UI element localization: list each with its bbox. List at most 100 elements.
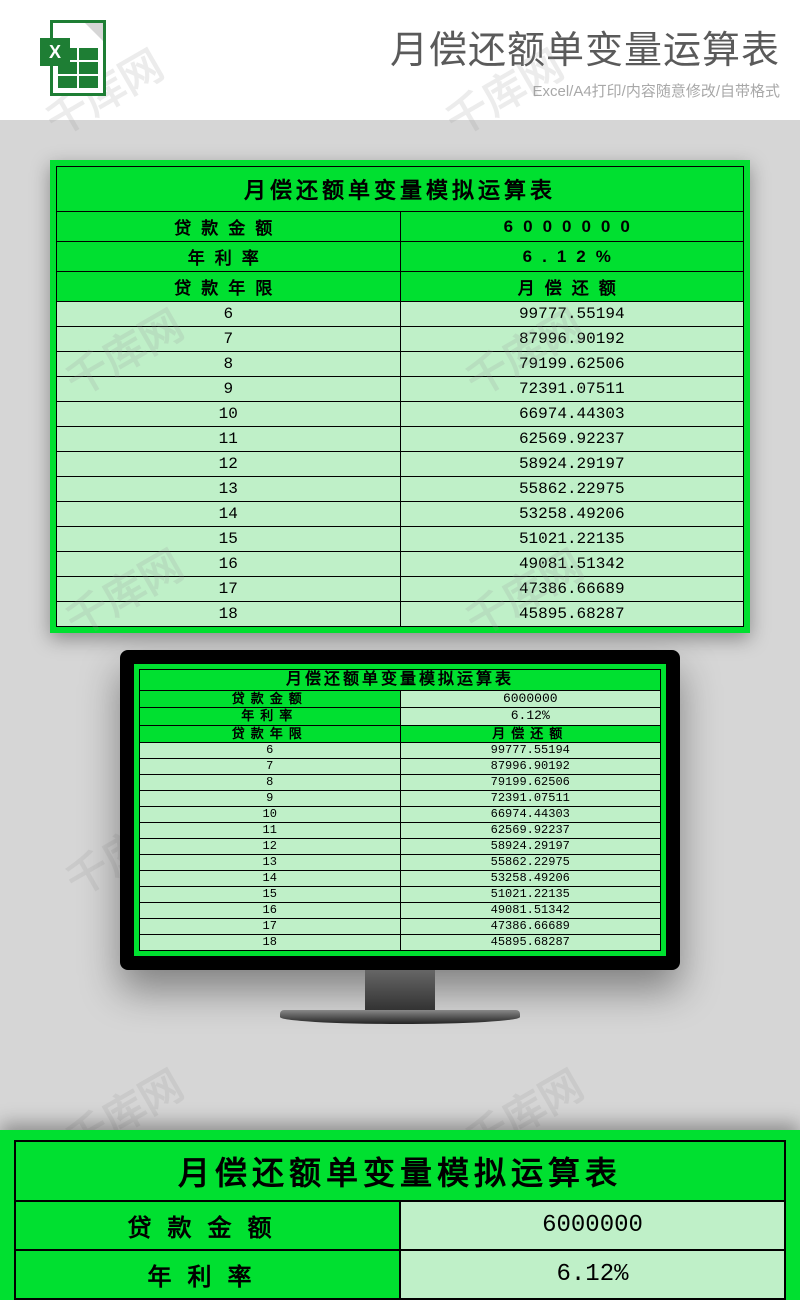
col-header-monthly: 月偿还额 <box>400 272 744 302</box>
value-rate: 6.12% <box>400 708 661 725</box>
table-row: 1845895.68287 <box>57 602 744 627</box>
cell-monthly: 72391.07511 <box>400 790 661 806</box>
table-row: 787996.90192 <box>140 758 661 774</box>
table-row: 1747386.66689 <box>57 577 744 602</box>
cell-monthly: 55862.22975 <box>400 477 744 502</box>
table-row: 1162569.92237 <box>140 822 661 838</box>
cell-monthly: 79199.62506 <box>400 352 744 377</box>
cell-monthly: 62569.92237 <box>400 427 744 452</box>
table-row: 699777.55194 <box>140 742 661 758</box>
cell-monthly: 58924.29197 <box>400 838 661 854</box>
table-row: 1453258.49206 <box>57 502 744 527</box>
table-title: 月偿还额单变量模拟运算表 <box>57 167 744 212</box>
cell-years: 8 <box>57 352 401 377</box>
table-row: 1649081.51342 <box>57 552 744 577</box>
cell-monthly: 55862.22975 <box>400 854 661 870</box>
cell-monthly: 87996.90192 <box>400 758 661 774</box>
cell-monthly: 99777.55194 <box>400 302 744 327</box>
table-row: 1258924.29197 <box>140 838 661 854</box>
cell-years: 6 <box>140 742 401 758</box>
cell-monthly: 49081.51342 <box>400 902 661 918</box>
cell-monthly: 66974.44303 <box>400 806 661 822</box>
cell-monthly: 72391.07511 <box>400 377 744 402</box>
table-row: 879199.62506 <box>57 352 744 377</box>
cell-monthly: 53258.49206 <box>400 870 661 886</box>
table-row: 1258924.29197 <box>57 452 744 477</box>
label-loan-amount: 贷款金额 <box>57 212 401 242</box>
cell-years: 15 <box>140 886 401 902</box>
cell-years: 10 <box>57 402 401 427</box>
label-loan-amount: 贷款金额 <box>15 1201 400 1250</box>
cell-monthly: 58924.29197 <box>400 452 744 477</box>
cell-years: 16 <box>140 902 401 918</box>
value-loan-amount: 6000000 <box>400 1201 785 1250</box>
table-row: 879199.62506 <box>140 774 661 790</box>
cell-years: 9 <box>140 790 401 806</box>
cell-monthly: 51021.22135 <box>400 886 661 902</box>
monitor-mockup: 月偿还额单变量模拟运算表 贷款金额 6000000 年利率 6.12% 贷款年限… <box>120 650 680 1024</box>
cell-monthly: 47386.66689 <box>400 918 661 934</box>
page-title: 月偿还额单变量运算表 <box>130 19 780 74</box>
table-row: 972391.07511 <box>57 377 744 402</box>
table-row: 1747386.66689 <box>140 918 661 934</box>
label-loan-amount: 贷款金额 <box>140 691 401 708</box>
cell-monthly: 47386.66689 <box>400 577 744 602</box>
loan-table-monitor: 月偿还额单变量模拟运算表 贷款金额 6000000 年利率 6.12% 贷款年限… <box>139 669 661 951</box>
cell-monthly: 66974.44303 <box>400 402 744 427</box>
cell-monthly: 99777.55194 <box>400 742 661 758</box>
col-header-years: 贷款年限 <box>140 725 401 742</box>
table-row: 1355862.22975 <box>57 477 744 502</box>
col-header-years: 贷款年限 <box>57 272 401 302</box>
cell-years: 9 <box>57 377 401 402</box>
table-row: 787996.90192 <box>57 327 744 352</box>
page-header: X 月偿还额单变量运算表 Excel/A4打印/内容随意修改/自带格式 <box>0 0 800 120</box>
cell-years: 7 <box>57 327 401 352</box>
table-row: 1551021.22135 <box>140 886 661 902</box>
table-row: 1162569.92237 <box>57 427 744 452</box>
label-rate: 年利率 <box>15 1250 400 1299</box>
cell-years: 17 <box>57 577 401 602</box>
page-subtitle: Excel/A4打印/内容随意修改/自带格式 <box>130 80 780 101</box>
table-title: 月偿还额单变量模拟运算表 <box>15 1141 785 1201</box>
value-rate: 6.12% <box>400 242 744 272</box>
cell-years: 8 <box>140 774 401 790</box>
cell-monthly: 51021.22135 <box>400 527 744 552</box>
cell-monthly: 49081.51342 <box>400 552 744 577</box>
cell-years: 18 <box>140 934 401 950</box>
table-row: 1551021.22135 <box>57 527 744 552</box>
cell-monthly: 53258.49206 <box>400 502 744 527</box>
cell-years: 13 <box>57 477 401 502</box>
cell-years: 14 <box>57 502 401 527</box>
cell-monthly: 62569.92237 <box>400 822 661 838</box>
table-title: 月偿还额单变量模拟运算表 <box>140 670 661 691</box>
table-row: 699777.55194 <box>57 302 744 327</box>
cell-years: 12 <box>140 838 401 854</box>
label-rate: 年利率 <box>57 242 401 272</box>
cell-years: 16 <box>57 552 401 577</box>
table-row: 972391.07511 <box>140 790 661 806</box>
cell-years: 11 <box>57 427 401 452</box>
cell-monthly: 87996.90192 <box>400 327 744 352</box>
table-row: 1066974.44303 <box>140 806 661 822</box>
cell-years: 17 <box>140 918 401 934</box>
cell-years: 18 <box>57 602 401 627</box>
cell-monthly: 79199.62506 <box>400 774 661 790</box>
table-row: 1066974.44303 <box>57 402 744 427</box>
loan-table: 月偿还额单变量模拟运算表 贷款金额 6000000 年利率 6.12% 贷款年限… <box>56 166 744 627</box>
value-loan-amount: 6000000 <box>400 691 661 708</box>
cell-years: 13 <box>140 854 401 870</box>
cell-years: 7 <box>140 758 401 774</box>
spreadsheet-preview-card: 月偿还额单变量模拟运算表 贷款金额 6000000 年利率 6.12% 贷款年限… <box>50 160 750 633</box>
label-rate: 年利率 <box>140 708 401 725</box>
cell-years: 6 <box>57 302 401 327</box>
cell-years: 11 <box>140 822 401 838</box>
value-loan-amount: 6000000 <box>400 212 744 242</box>
spreadsheet-zoom-crop: 月偿还额单变量模拟运算表 贷款金额 6000000 年利率 6.12% 贷款年限… <box>0 1130 800 1300</box>
excel-file-icon: X <box>40 20 110 100</box>
cell-monthly: 45895.68287 <box>400 934 661 950</box>
cell-years: 15 <box>57 527 401 552</box>
table-row: 1355862.22975 <box>140 854 661 870</box>
cell-monthly: 45895.68287 <box>400 602 744 627</box>
table-row: 1845895.68287 <box>140 934 661 950</box>
col-header-monthly: 月偿还额 <box>400 725 661 742</box>
